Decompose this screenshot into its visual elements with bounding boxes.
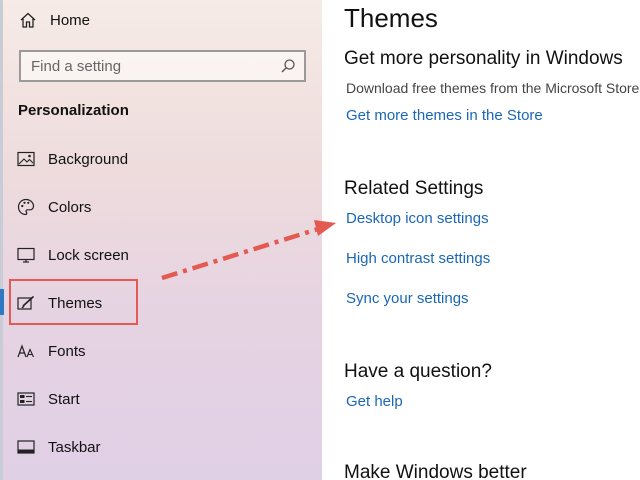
sidebar-item-lock-screen[interactable]: Lock screen — [16, 240, 216, 270]
home-icon — [18, 10, 38, 30]
related-settings-heading: Related Settings — [344, 178, 484, 199]
monitor-icon — [16, 245, 36, 265]
sidebar-item-colors[interactable]: Colors — [16, 192, 216, 222]
page-title: Themes — [344, 3, 438, 33]
selected-indicator — [0, 289, 4, 315]
make-windows-better-heading: Make Windows better — [344, 462, 527, 480]
sidebar-item-start[interactable]: Start — [16, 384, 216, 414]
search-placeholder: Find a setting — [31, 57, 122, 75]
sidebar-item-label: Colors — [48, 198, 92, 216]
palette-icon — [16, 197, 36, 217]
sidebar-item-label: Lock screen — [48, 246, 129, 264]
start-icon — [16, 389, 36, 409]
window-edge — [0, 0, 3, 480]
get-help-link[interactable]: Get help — [346, 393, 403, 410]
taskbar-icon — [16, 437, 36, 457]
annotation-highlight-box — [9, 279, 138, 325]
sidebar-item-label: Fonts — [48, 342, 86, 360]
sync-settings-link[interactable]: Sync your settings — [346, 290, 469, 307]
sidebar-item-label: Start — [48, 390, 80, 408]
question-heading: Have a question? — [344, 361, 492, 382]
section-title: Personalization — [18, 102, 129, 119]
desktop-icon-settings-link[interactable]: Desktop icon settings — [346, 210, 489, 227]
search-input[interactable]: Find a setting — [19, 50, 306, 82]
font-icon — [16, 341, 36, 361]
store-link[interactable]: Get more themes in the Store — [346, 107, 543, 124]
nav-home[interactable]: Home — [18, 6, 218, 34]
search-icon[interactable] — [276, 54, 300, 78]
sidebar-item-label: Taskbar — [48, 438, 101, 456]
sidebar-item-taskbar[interactable]: Taskbar — [16, 432, 216, 462]
sidebar-item-label: Background — [48, 150, 129, 168]
image-icon — [16, 149, 36, 169]
personality-description: Download free themes from the Microsoft … — [346, 80, 640, 96]
sidebar-item-background[interactable]: Background — [16, 144, 216, 174]
high-contrast-settings-link[interactable]: High contrast settings — [346, 250, 490, 267]
settings-sidebar: Home Find a setting Personalization Back… — [0, 0, 322, 480]
main-content: Themes Get more personality in Windows D… — [322, 0, 640, 480]
sidebar-item-fonts[interactable]: Fonts — [16, 336, 216, 366]
nav-home-label: Home — [50, 11, 91, 29]
personality-heading: Get more personality in Windows — [344, 48, 623, 69]
